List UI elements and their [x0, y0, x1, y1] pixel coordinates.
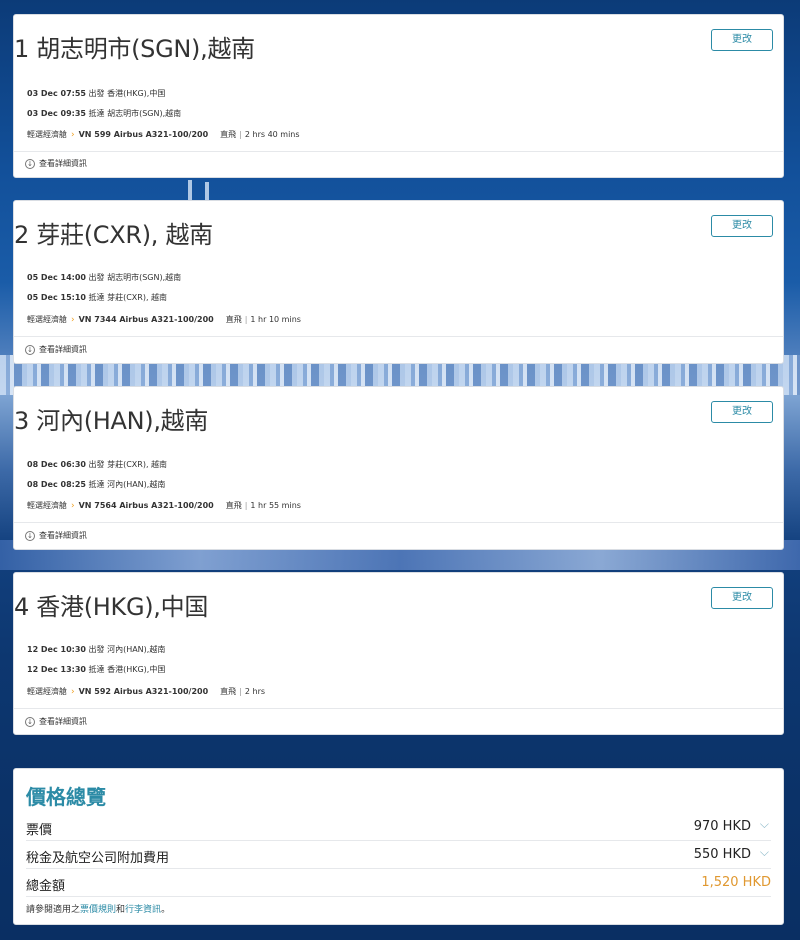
fare-value: 970 HKD [693, 819, 751, 834]
flight-info-row: 輕選經濟艙 › VN 592 Airbus A321-100/200 直飛 | 2 hrs [27, 687, 266, 697]
departure-row: 08 Dec 06:30 出發 芽莊(CXR), 越南 [27, 460, 168, 469]
arrow-down-circle-icon: ↓ [25, 716, 35, 727]
arrow-down-circle-icon: ↓ [25, 158, 35, 169]
flight-info-row: 輕選經濟艙 › VN 7564 Airbus A321-100/200 直飛 | 1 hr… [27, 501, 301, 511]
flight-segment-card: 4 香港(HKG),中国 更改 12 Dec 10:30 出發 河內(HAN),… [13, 572, 784, 735]
flight-segment-card: 3 河內(HAN),越南 更改 08 Dec 06:30 出發 芽莊(CXR),… [13, 386, 784, 550]
arrival-row: 05 Dec 15:10 抵達 芽莊(CXR), 越南 [27, 293, 168, 302]
chevron-right-icon: › [71, 315, 75, 325]
flight-info-row: 輕選經濟艙 › VN 599 Airbus A321-100/200 直飛 | 2 hrs… [27, 130, 300, 140]
change-button[interactable]: 更改 [711, 587, 773, 609]
view-details-link[interactable]: ↓ 查看詳細資訊 [25, 158, 87, 169]
flight-segment-card: 1 胡志明市(SGN),越南 更改 03 Dec 07:55 出發 香港(HKG… [13, 14, 784, 178]
chevron-right-icon: › [71, 687, 75, 697]
departure-row: 12 Dec 10:30 出發 河內(HAN),越南 [27, 645, 166, 654]
fare-rules-link[interactable]: 票價規則 [80, 905, 116, 915]
taxes-row[interactable]: 稅金及航空公司附加費用 550 HKD ⌵ [26, 841, 771, 867]
view-details-link[interactable]: ↓ 查看詳細資訊 [25, 530, 87, 541]
chevron-right-icon: › [71, 130, 75, 140]
total-value: 1,520 HKD [701, 875, 771, 890]
change-button[interactable]: 更改 [711, 215, 773, 237]
fare-label: 票價 [26, 823, 53, 838]
arrow-down-circle-icon: ↓ [25, 530, 35, 541]
change-button[interactable]: 更改 [711, 401, 773, 423]
total-row: 總金額 1,520 HKD [26, 869, 771, 895]
view-details-link[interactable]: ↓ 查看詳細資訊 [25, 716, 87, 727]
segment-title: 1 胡志明市(SGN),越南 [14, 35, 255, 63]
arrow-down-circle-icon: ↓ [25, 344, 35, 355]
chevron-down-icon[interactable]: ⌵ [760, 845, 769, 860]
terms-note: 請參閱適用之票價規則和行李資訊。 [26, 905, 171, 915]
chevron-right-icon: › [71, 501, 75, 511]
flight-segment-card: 2 芽莊(CXR), 越南 更改 05 Dec 14:00 出發 胡志明市(SG… [13, 200, 784, 364]
flight-info-row: 輕選經濟艙 › VN 7344 Airbus A321-100/200 直飛 | 1 hr… [27, 315, 301, 325]
arrival-row: 03 Dec 09:35 抵達 胡志明市(SGN),越南 [27, 109, 182, 118]
chevron-down-icon[interactable]: ⌵ [760, 817, 769, 832]
price-summary-card: 價格總覽 票價 970 HKD ⌵ 稅金及航空公司附加費用 550 HKD ⌵ … [13, 768, 784, 925]
price-summary-title: 價格總覽 [26, 785, 106, 809]
arrival-row: 12 Dec 13:30 抵達 香港(HKG),中国 [27, 665, 166, 674]
departure-row: 05 Dec 14:00 出發 胡志明市(SGN),越南 [27, 273, 182, 282]
taxes-label: 稅金及航空公司附加費用 [26, 851, 170, 866]
total-label: 總金額 [26, 879, 66, 894]
segment-title: 2 芽莊(CXR), 越南 [14, 221, 213, 249]
segment-title: 3 河內(HAN),越南 [14, 407, 209, 435]
taxes-value: 550 HKD [693, 847, 751, 862]
baggage-info-link[interactable]: 行李資訊 [125, 905, 161, 915]
departure-row: 03 Dec 07:55 出發 香港(HKG),中国 [27, 89, 166, 98]
view-details-link[interactable]: ↓ 查看詳細資訊 [25, 344, 87, 355]
change-button[interactable]: 更改 [711, 29, 773, 51]
fare-row[interactable]: 票價 970 HKD ⌵ [26, 813, 771, 839]
segment-title: 4 香港(HKG),中国 [14, 593, 209, 621]
arrival-row: 08 Dec 08:25 抵達 河內(HAN),越南 [27, 480, 166, 489]
